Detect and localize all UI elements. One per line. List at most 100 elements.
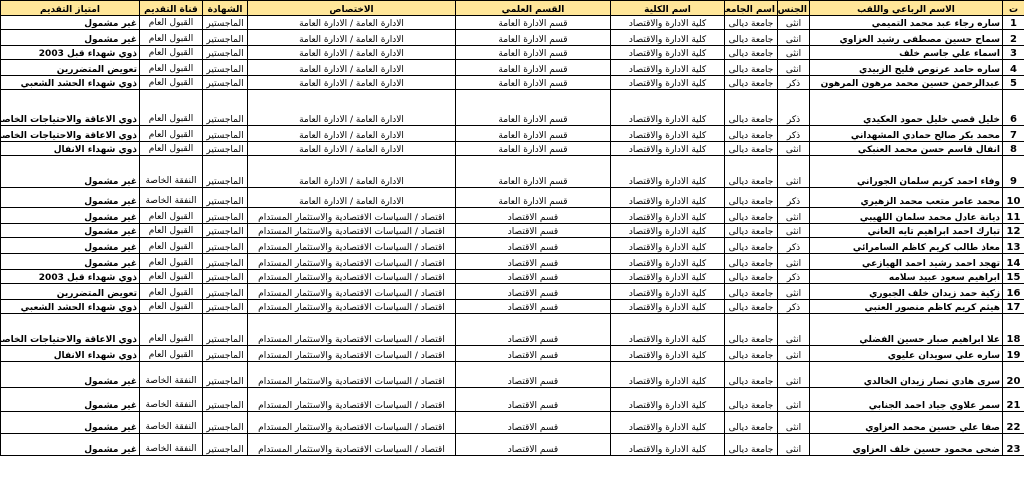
college-cell[interactable]: كلية الادارة والاقتصاد — [610, 187, 725, 208]
privilege-cell[interactable]: غير مشمول — [0, 433, 140, 456]
specialization-cell[interactable]: الادارة العامة / الادارة العامة — [247, 29, 456, 46]
department-cell[interactable]: قسم الادارة العامة — [455, 155, 611, 188]
row-number-cell[interactable]: 23 — [1002, 433, 1024, 456]
privilege-cell[interactable]: غير مشمول — [0, 237, 140, 254]
degree-cell[interactable]: الماجستير — [202, 283, 248, 300]
privilege-cell[interactable]: ذوي شهداء الانفال — [0, 141, 140, 156]
name-cell[interactable]: وفاء احمد كريم سلمان الجوراني — [809, 155, 1003, 188]
name-cell[interactable]: صفا علي حسين محمد العزاوي — [809, 411, 1003, 434]
gender-cell[interactable]: انثى — [777, 345, 810, 362]
row-number-cell[interactable]: 17 — [1002, 299, 1024, 314]
row-number-cell[interactable]: 20 — [1002, 361, 1024, 388]
gender-cell[interactable]: انثى — [777, 411, 810, 434]
college-cell[interactable]: كلية الادارة والاقتصاد — [610, 269, 725, 284]
university-cell[interactable]: جامعة ديالى — [724, 283, 778, 300]
department-cell[interactable]: قسم الادارة العامة — [455, 75, 611, 90]
channel-cell[interactable]: القبول العام — [139, 253, 203, 270]
gender-cell[interactable]: انثى — [777, 155, 810, 188]
degree-cell[interactable]: الماجستير — [202, 29, 248, 46]
department-cell[interactable]: قسم الادارة العامة — [455, 125, 611, 142]
name-cell[interactable]: عبدالرحمن حسين محمد مرهون المرهون — [809, 75, 1003, 90]
university-cell[interactable]: جامعة ديالى — [724, 345, 778, 362]
row-number-cell[interactable]: 14 — [1002, 253, 1024, 270]
university-cell[interactable]: جامعة ديالى — [724, 253, 778, 270]
name-cell[interactable]: تهجد احمد رشيد احمد الهيازعي — [809, 253, 1003, 270]
degree-cell[interactable]: الماجستير — [202, 223, 248, 238]
department-cell[interactable]: قسم الاقتصاد — [455, 433, 611, 456]
department-cell[interactable]: قسم الادارة العامة — [455, 141, 611, 156]
channel-cell[interactable]: النفقة الخاصة — [139, 155, 203, 188]
row-number-cell[interactable]: 13 — [1002, 237, 1024, 254]
department-cell[interactable]: قسم الادارة العامة — [455, 187, 611, 208]
specialization-cell[interactable]: الادارة العامة / الادارة العامة — [247, 75, 456, 90]
privilege-cell[interactable]: ذوي الاعاقة والاحتياجات الخاصة — [0, 125, 140, 142]
college-cell[interactable]: كلية الادارة والاقتصاد — [610, 29, 725, 46]
gender-cell[interactable]: ذكر — [777, 125, 810, 142]
channel-cell[interactable]: القبول العام — [139, 313, 203, 346]
university-cell[interactable]: جامعة ديالى — [724, 29, 778, 46]
name-cell[interactable]: سماح حسين مصطفى رشيد العزاوي — [809, 29, 1003, 46]
specialization-cell[interactable]: اقتصاد / السياسات الاقتصادية والاستثمار … — [247, 283, 456, 300]
university-cell[interactable]: جامعة ديالى — [724, 237, 778, 254]
name-cell[interactable]: محمد بكر صالح حمادي المشهداني — [809, 125, 1003, 142]
department-cell[interactable]: قسم الاقتصاد — [455, 299, 611, 314]
name-cell[interactable]: ساره حامد عرنوص فليح الزبيدي — [809, 59, 1003, 76]
university-cell[interactable]: جامعة ديالى — [724, 155, 778, 188]
channel-cell[interactable]: القبول العام — [139, 207, 203, 224]
department-cell[interactable]: قسم الاقتصاد — [455, 361, 611, 388]
university-cell[interactable]: جامعة ديالى — [724, 411, 778, 434]
college-cell[interactable]: كلية الادارة والاقتصاد — [610, 45, 725, 60]
privilege-cell[interactable]: غير مشمول — [0, 155, 140, 188]
department-cell[interactable]: قسم الادارة العامة — [455, 15, 611, 30]
department-cell[interactable]: قسم الاقتصاد — [455, 237, 611, 254]
privilege-cell[interactable]: ذوي شهداء الحشد الشعبي — [0, 75, 140, 90]
university-cell[interactable]: جامعة ديالى — [724, 141, 778, 156]
gender-cell[interactable]: ذكر — [777, 75, 810, 90]
gender-cell[interactable]: ذكر — [777, 237, 810, 254]
row-number-cell[interactable]: 3 — [1002, 45, 1024, 60]
row-number-cell[interactable]: 16 — [1002, 283, 1024, 300]
channel-cell[interactable]: القبول العام — [139, 269, 203, 284]
row-number-cell[interactable]: 15 — [1002, 269, 1024, 284]
gender-cell[interactable]: انثى — [777, 253, 810, 270]
row-number-cell[interactable]: 12 — [1002, 223, 1024, 238]
gender-cell[interactable]: ذكر — [777, 299, 810, 314]
specialization-cell[interactable]: الادارة العامة / الادارة العامة — [247, 89, 456, 126]
specialization-cell[interactable]: اقتصاد / السياسات الاقتصادية والاستثمار … — [247, 433, 456, 456]
name-cell[interactable]: خليل قصي خليل حمود العكيدي — [809, 89, 1003, 126]
row-number-cell[interactable]: 6 — [1002, 89, 1024, 126]
degree-cell[interactable]: الماجستير — [202, 187, 248, 208]
college-cell[interactable]: كلية الادارة والاقتصاد — [610, 237, 725, 254]
row-number-cell[interactable]: 8 — [1002, 141, 1024, 156]
degree-cell[interactable]: الماجستير — [202, 313, 248, 346]
channel-cell[interactable]: القبول العام — [139, 283, 203, 300]
name-cell[interactable]: تبارك احمد ابراهيم تايه العاني — [809, 223, 1003, 238]
row-number-cell[interactable]: 11 — [1002, 207, 1024, 224]
college-cell[interactable]: كلية الادارة والاقتصاد — [610, 253, 725, 270]
gender-cell[interactable]: انثى — [777, 283, 810, 300]
university-cell[interactable]: جامعة ديالى — [724, 223, 778, 238]
row-number-cell[interactable]: 4 — [1002, 59, 1024, 76]
name-cell[interactable]: سمر علاوي جياد احمد الجنابي — [809, 387, 1003, 412]
channel-cell[interactable]: القبول العام — [139, 299, 203, 314]
university-cell[interactable]: جامعة ديالى — [724, 433, 778, 456]
specialization-cell[interactable]: اقتصاد / السياسات الاقتصادية والاستثمار … — [247, 411, 456, 434]
privilege-cell[interactable]: ذوي شهداء قبل 2003 — [0, 269, 140, 284]
name-cell[interactable]: معاذ طالب كريم كاظم السامرائي — [809, 237, 1003, 254]
channel-cell[interactable]: النفقة الخاصة — [139, 433, 203, 456]
privilege-cell[interactable]: غير مشمول — [0, 187, 140, 208]
college-cell[interactable]: كلية الادارة والاقتصاد — [610, 141, 725, 156]
specialization-cell[interactable]: اقتصاد / السياسات الاقتصادية والاستثمار … — [247, 269, 456, 284]
name-cell[interactable]: محمد عامر متعب محمد الزهيري — [809, 187, 1003, 208]
row-number-cell[interactable]: 9 — [1002, 155, 1024, 188]
privilege-cell[interactable]: تعويض المتضررين — [0, 283, 140, 300]
name-cell[interactable]: اسماء علي جاسم خلف — [809, 45, 1003, 60]
privilege-cell[interactable]: غير مشمول — [0, 223, 140, 238]
channel-cell[interactable]: القبول العام — [139, 223, 203, 238]
college-cell[interactable]: كلية الادارة والاقتصاد — [610, 207, 725, 224]
university-cell[interactable]: جامعة ديالى — [724, 75, 778, 90]
gender-cell[interactable]: ذكر — [777, 89, 810, 126]
gender-cell[interactable]: انثى — [777, 45, 810, 60]
name-cell[interactable]: علا ابراهيم صبار حسين الفضلي — [809, 313, 1003, 346]
privilege-cell[interactable]: غير مشمول — [0, 207, 140, 224]
